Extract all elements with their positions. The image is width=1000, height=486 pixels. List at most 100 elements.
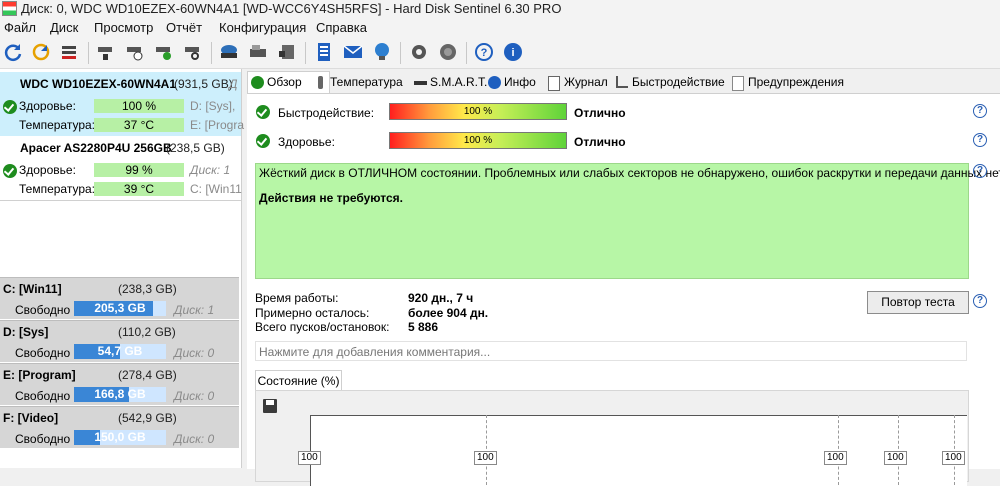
tab-label: Обзор [267, 75, 302, 89]
menu-help[interactable]: Справка [316, 20, 367, 35]
free-label: Свободно [15, 346, 71, 360]
temp-label: Температура: [19, 182, 96, 196]
tab-label: Температура [330, 75, 403, 89]
disk-name: WDC WD10EZEX-60WN4A1 [20, 77, 177, 91]
email-icon[interactable] [342, 41, 364, 63]
free-space-bar: 150,0 GB [74, 430, 166, 445]
network-icon[interactable] [371, 41, 393, 63]
tab-health-chart[interactable]: Состояние (%) [255, 370, 342, 391]
chart-point-label: 100 [884, 451, 907, 465]
menu-config[interactable]: Конфигурация [219, 20, 306, 35]
app-flag-icon [2, 1, 17, 16]
temp-drives: E: [Progra [190, 118, 245, 132]
free-label: Свободно [15, 389, 71, 403]
free-space-value: 205,3 GB [94, 301, 146, 315]
performance-meter: 100 % [389, 103, 567, 120]
warning-icon [732, 76, 744, 91]
disk-info-icon[interactable] [276, 41, 298, 63]
tab-performance[interactable]: Быстродействие [613, 72, 725, 93]
hdd-export-icon[interactable] [247, 41, 269, 63]
starts-label: Всего пусков/остановок: [255, 320, 390, 334]
sound-icon[interactable] [437, 41, 459, 63]
hdd-icon[interactable] [218, 41, 240, 63]
tab-warnings[interactable]: Предупреждения [729, 72, 844, 93]
save-icon[interactable] [263, 399, 277, 413]
free-space-value: 54,7 GB [97, 344, 143, 358]
free-space-bar: 54,7 GB [74, 344, 166, 359]
help-icon[interactable]: ? [473, 41, 495, 63]
title-bar: Диск: 0, WDC WD10EZEX-60WN4A1 [WD-WCC6Y4… [0, 0, 1000, 18]
uptime-label: Время работы: [255, 291, 339, 305]
ok-check-icon [3, 164, 17, 178]
health-chart: 100 100 100 100 100 [255, 390, 969, 486]
volume-entry[interactable]: F: [Video] (542,9 GB) Свободно 150,0 GB … [0, 406, 239, 448]
free-space-value: 150,0 GB [94, 430, 146, 444]
tab-strip: Обзор Температура S.M.A.R.T. Инфо Журнал… [247, 71, 1000, 94]
volume-entry[interactable]: D: [Sys] (110,2 GB) Свободно 54,7 GB Дис… [0, 320, 239, 362]
info-icon[interactable]: i [502, 41, 524, 63]
menu-view[interactable]: Просмотр [94, 20, 153, 35]
ok-check-icon [256, 105, 270, 119]
tab-info[interactable]: Инфо [485, 72, 536, 93]
performance-status: Отлично [574, 106, 626, 120]
tab-log[interactable]: Журнал [545, 72, 608, 93]
refresh-icon[interactable] [2, 41, 24, 63]
help-icon[interactable]: ? [973, 133, 987, 147]
disk-entry[interactable]: Apacer AS2280P4U 256GB (238,5 GB) Здоров… [0, 136, 242, 198]
chart-icon [616, 76, 628, 88]
volume-entry[interactable]: C: [Win11] (238,3 GB) Свободно 205,3 GB … [0, 277, 239, 319]
retest-button[interactable]: Повтор теста [867, 291, 969, 314]
disk-search-icon[interactable] [182, 41, 204, 63]
disk-entry[interactable]: WDC WD10EZEX-60WN4A1 (931,5 GB) Д Здоров… [0, 72, 245, 136]
menu-report[interactable]: Отчёт [166, 20, 202, 35]
help-icon[interactable]: ? [973, 294, 987, 308]
health-meter: 100 % [389, 132, 567, 149]
free-label: Свободно [15, 432, 71, 446]
refresh-all-icon[interactable] [30, 41, 52, 63]
tab-label: Предупреждения [748, 75, 844, 89]
menu-bar: Файл Диск Просмотр Отчёт Конфигурация Сп… [0, 18, 1000, 38]
help-icon[interactable]: ? [973, 164, 987, 178]
health-status: Отлично [574, 135, 626, 149]
smart-icon [414, 81, 427, 85]
volume-name: D: [Sys] [3, 325, 49, 339]
tab-smart[interactable]: S.M.A.R.T. [411, 72, 487, 93]
disk-timer-icon[interactable] [124, 41, 146, 63]
comment-input[interactable]: Нажмите для добавления комментария... [255, 341, 967, 361]
health-label: Здоровье: [278, 135, 335, 149]
free-space-bar: 205,3 GB [74, 301, 166, 316]
free-label: Свободно [15, 303, 71, 317]
disk-panel: WDC WD10EZEX-60WN4A1 (931,5 GB) Д Здоров… [0, 69, 245, 468]
volume-size: (278,4 GB) [118, 368, 177, 382]
disk-name: Apacer AS2280P4U 256GB [20, 141, 172, 155]
settings-icon[interactable] [408, 41, 430, 63]
menu-disk[interactable]: Диск [50, 20, 78, 35]
performance-label: Быстродействие: [278, 106, 375, 120]
window-title: Диск: 0, WDC WD10EZEX-60WN4A1 [WD-WCC6Y4… [21, 1, 562, 16]
thermometer-icon [318, 76, 323, 89]
chart-point-label: 100 [474, 451, 497, 465]
temp-value: 37 °C [94, 118, 184, 132]
info-icon [488, 76, 501, 89]
tab-label: Журнал [564, 75, 608, 89]
menu-file[interactable]: Файл [4, 20, 36, 35]
status-message-box: Жёсткий диск в ОТЛИЧНОМ состоянии. Пробл… [255, 163, 1000, 279]
help-icon[interactable]: ? [973, 104, 987, 118]
health-label: Здоровье: [19, 163, 76, 177]
tab-temperature[interactable]: Температура [311, 72, 403, 93]
health-drives: D: [Sys], [190, 99, 236, 113]
disk-list-icon[interactable] [58, 41, 80, 63]
volume-size: (110,2 GB) [118, 325, 176, 339]
ok-check-icon [3, 100, 17, 114]
disk-test-icon[interactable] [95, 41, 117, 63]
starts-value: 5 886 [408, 320, 439, 334]
report-icon[interactable] [313, 41, 335, 63]
temp-label: Температура: [19, 118, 96, 132]
disk-ok-icon[interactable] [153, 41, 175, 63]
chart-point-label: 100 [942, 451, 965, 465]
volume-entry[interactable]: E: [Program] (278,4 GB) Свободно 166,8 G… [0, 363, 239, 405]
temp-drives: C: [Win11 [190, 182, 242, 196]
log-icon [548, 76, 560, 91]
volume-name: C: [Win11] [3, 282, 62, 296]
ok-check-icon [256, 134, 270, 148]
